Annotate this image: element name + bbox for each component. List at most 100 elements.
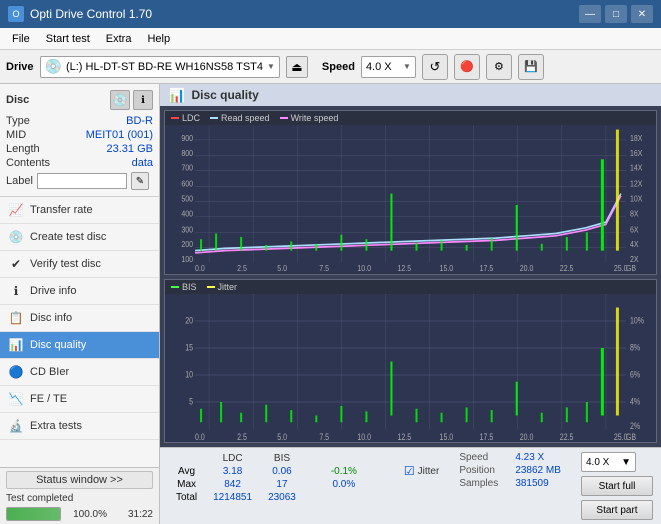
disc-icon-btn[interactable]: 💿 xyxy=(110,90,130,110)
nav-disc-quality[interactable]: 📊 Disc quality xyxy=(0,332,159,359)
stats-speed-dropdown[interactable]: 4.0 X ▼ xyxy=(581,452,636,472)
svg-text:5: 5 xyxy=(189,395,193,406)
svg-text:7.5: 7.5 xyxy=(319,264,329,274)
minimize-button[interactable]: — xyxy=(579,5,601,23)
stats-speed-dropdown-value: 4.0 X xyxy=(586,457,609,468)
start-full-button[interactable]: Start full xyxy=(581,476,653,496)
content-area: 📊 Disc quality LDC Read speed xyxy=(160,84,661,524)
svg-text:100: 100 xyxy=(181,255,193,265)
jitter-checkbox[interactable]: ☑ xyxy=(404,464,415,478)
drive-select[interactable]: 💿 (L:) HL-DT-ST BD-RE WH16NS58 TST4 ▼ xyxy=(40,56,280,78)
nav-disc-info[interactable]: 📋 Disc info xyxy=(0,305,159,332)
progress-row: Test completed xyxy=(6,493,153,504)
stats-max-bis: 17 xyxy=(260,478,304,491)
svg-text:15.0: 15.0 xyxy=(440,430,454,441)
speed-select[interactable]: 4.0 X ▼ xyxy=(361,56,416,78)
drive-dropdown-arrow: ▼ xyxy=(267,62,275,71)
close-button[interactable]: ✕ xyxy=(631,5,653,23)
svg-text:200: 200 xyxy=(181,240,193,250)
stats-max-jitter: 0.0% xyxy=(304,478,384,491)
refresh-button[interactable]: ↺ xyxy=(422,54,448,80)
start-part-button[interactable]: Start part xyxy=(581,500,653,520)
jitter-legend-color xyxy=(207,286,215,288)
disc-quality-icon: 📊 xyxy=(8,337,24,353)
chart1-svg: 900 800 700 600 500 400 300 200 100 18X … xyxy=(165,125,656,274)
svg-text:12.5: 12.5 xyxy=(397,264,411,274)
burn-button[interactable]: 🔴 xyxy=(454,54,480,80)
stats-header-empty xyxy=(168,452,205,465)
svg-text:0.0: 0.0 xyxy=(195,430,205,441)
nav-extra-tests[interactable]: 🔬 Extra tests xyxy=(0,413,159,440)
nav-drive-info[interactable]: ℹ Drive info xyxy=(0,278,159,305)
svg-text:2.5: 2.5 xyxy=(237,264,247,274)
menu-file[interactable]: File xyxy=(4,31,38,47)
svg-text:20.0: 20.0 xyxy=(520,430,534,441)
chart2-inner: 20 15 10 5 10% 8% 6% 4% 2% 0.0 2.5 5.0 xyxy=(165,294,656,443)
extra-tests-icon: 🔬 xyxy=(8,418,24,434)
speed-label-stat: Speed xyxy=(459,452,509,463)
svg-text:5.0: 5.0 xyxy=(277,264,287,274)
svg-text:17.5: 17.5 xyxy=(480,430,494,441)
svg-text:800: 800 xyxy=(181,148,193,158)
status-window-button[interactable]: Status window >> xyxy=(6,471,153,489)
drive-label: Drive xyxy=(6,61,34,73)
stats-avg-row: Avg 3.18 0.06 -0.1% xyxy=(168,465,384,478)
title-bar: O Opti Drive Control 1.70 — □ ✕ xyxy=(0,0,661,28)
disc-quality-header-icon: 📊 xyxy=(168,87,185,104)
svg-text:17.5: 17.5 xyxy=(480,264,494,274)
svg-text:7.5: 7.5 xyxy=(319,430,329,441)
stats-area: LDC BIS Avg 3.18 0.06 -0.1% xyxy=(160,447,661,524)
speed-info-samples-row: Samples 381509 xyxy=(459,478,561,489)
nav-fe-te[interactable]: 📉 FE / TE xyxy=(0,386,159,413)
eject-button[interactable]: ⏏ xyxy=(286,56,308,78)
status-bar-bottom: Status window >> Test completed 100.0% 3… xyxy=(0,467,159,524)
app-title: Opti Drive Control 1.70 xyxy=(30,7,152,21)
speed-dropdown-row: 4.0 X ▼ xyxy=(581,452,653,472)
svg-text:2X: 2X xyxy=(630,255,639,265)
fe-te-icon: 📉 xyxy=(8,391,24,407)
save-button[interactable]: 💾 xyxy=(518,54,544,80)
svg-text:18X: 18X xyxy=(630,134,642,144)
maximize-button[interactable]: □ xyxy=(605,5,627,23)
svg-text:8%: 8% xyxy=(630,341,641,352)
disc-mid-row: MID MEIT01 (001) xyxy=(6,128,153,142)
speed-info-position-row: Position 23862 MB xyxy=(459,465,561,476)
nav-transfer-rate[interactable]: 📈 Transfer rate xyxy=(0,197,159,224)
nav-cd-bier[interactable]: 🔵 CD BIer xyxy=(0,359,159,386)
disc-info-btn[interactable]: ℹ xyxy=(133,90,153,110)
app-icon: O xyxy=(8,6,24,22)
disc-info-icon: 📋 xyxy=(8,310,24,326)
legend-read-speed: Read speed xyxy=(210,113,270,123)
svg-text:600: 600 xyxy=(181,179,193,189)
chart-header-title: Disc quality xyxy=(191,88,258,102)
chart2-legend: BIS Jitter xyxy=(165,280,656,294)
jitter-label: Jitter xyxy=(418,466,440,477)
menu-extra[interactable]: Extra xyxy=(98,31,140,47)
disc-section: Disc 💿 ℹ Type BD-R MID MEIT01 (001) Leng… xyxy=(0,84,159,197)
settings-button[interactable]: ⚙ xyxy=(486,54,512,80)
chart2-svg: 20 15 10 5 10% 8% 6% 4% 2% 0.0 2.5 5.0 xyxy=(165,294,656,443)
stats-avg-bis: 0.06 xyxy=(260,465,304,478)
stats-total-bis: 23063 xyxy=(260,491,304,504)
legend-ldc: LDC xyxy=(171,113,200,123)
svg-text:10.0: 10.0 xyxy=(357,264,371,274)
samples-label: Samples xyxy=(459,478,509,489)
progress-fill xyxy=(7,508,60,520)
nav-verify-test-disc[interactable]: ✔ Verify test disc xyxy=(0,251,159,278)
label-edit-btn[interactable]: ✎ xyxy=(131,172,149,190)
nav-create-test-disc[interactable]: 💿 Create test disc xyxy=(0,224,159,251)
svg-text:16X: 16X xyxy=(630,148,642,158)
label-input[interactable] xyxy=(37,173,127,189)
position-label: Position xyxy=(459,465,509,476)
main-content: Disc 💿 ℹ Type BD-R MID MEIT01 (001) Leng… xyxy=(0,84,661,524)
disc-length-row: Length 23.31 GB xyxy=(6,142,153,156)
svg-text:10: 10 xyxy=(185,368,193,379)
menu-help[interactable]: Help xyxy=(139,31,178,47)
svg-text:4%: 4% xyxy=(630,395,641,406)
svg-text:20.0: 20.0 xyxy=(520,264,534,274)
read-speed-legend-color xyxy=(210,117,218,119)
menu-start-test[interactable]: Start test xyxy=(38,31,98,47)
position-value: 23862 MB xyxy=(515,465,561,476)
chart2: BIS Jitter xyxy=(164,279,657,444)
speed-info: Speed 4.23 X Position 23862 MB Samples 3… xyxy=(459,452,561,491)
